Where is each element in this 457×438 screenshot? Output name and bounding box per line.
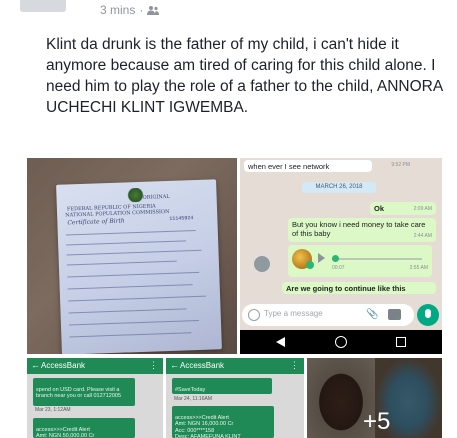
mic-icon [425, 309, 431, 318]
photo-chat-screenshot[interactable]: when ever I see network 9:52 PM MARCH 26… [240, 158, 442, 354]
chat-message-incoming: when ever I see network [244, 160, 372, 172]
play-icon[interactable] [318, 253, 325, 263]
playback-speed-icon[interactable] [254, 256, 270, 272]
photo-faces-more[interactable]: +5 [307, 358, 442, 438]
attach-icon[interactable]: 📎 [366, 309, 378, 320]
cert-line [68, 295, 207, 302]
chat-message-outgoing: But you know i need money to take care o… [288, 218, 436, 242]
chat-message-time-wrap: 9:52 PM [372, 160, 412, 172]
post-timestamp[interactable]: 3 mins [100, 3, 135, 17]
friends-icon[interactable] [147, 5, 160, 15]
message-input[interactable]: Type a message 📎 [242, 304, 414, 326]
cert-line [66, 260, 177, 266]
cert-line [69, 332, 192, 338]
bank-sms-text: #SaveToday [175, 386, 206, 393]
bank-app-bar: ← AccessBank ⋮ [27, 358, 163, 374]
bank-sms-text: spend on USD card. Please visit a branch… [36, 386, 122, 400]
chat-message-outgoing: Are we going to continue like this [282, 282, 436, 294]
mic-icon [306, 261, 314, 269]
home-icon[interactable] [335, 336, 347, 348]
android-nav-bar [240, 330, 442, 354]
photo-birth-certificate[interactable]: ORIGINAL FEDERAL REPUBLIC OF NIGERIA NAT… [27, 158, 237, 354]
voice-note-track[interactable] [332, 258, 422, 260]
bank-sms-text: access>>>Credit Alert Amt: NGN 50,000.00… [36, 426, 95, 438]
recent-apps-icon[interactable] [396, 337, 406, 347]
bank-title: AccessBank [180, 361, 225, 370]
cert-line [68, 319, 199, 326]
photo-bank-sms-1[interactable]: ← AccessBank ⋮ spend on USD card. Please… [27, 358, 163, 438]
voice-note[interactable]: 00:07 2:55 AM [288, 245, 432, 277]
bank-title: AccessBank [41, 361, 86, 370]
chat-message-text: when ever I see network [248, 162, 330, 171]
photo-bank-sms-2[interactable]: ← AccessBank ⋮ #SaveToday Mar 24, 11:16A… [166, 358, 304, 438]
bank-sms-meta: Mar 24, 11:16AM [174, 396, 212, 402]
chat-message-time: 9:52 PM [391, 162, 410, 168]
chat-message-outgoing: Ok 2:09 AM [370, 202, 436, 215]
certificate-paper: ORIGINAL FEDERAL REPUBLIC OF NIGERIA NAT… [56, 179, 222, 354]
certificate-title: Certificate of Birth [67, 217, 125, 227]
bank-sms-message: access>>>Credit Alert Amt: NGN 16,000.00… [172, 406, 274, 438]
more-photos-count[interactable]: +5 [363, 408, 390, 436]
chat-message-text: But you know i need money to take care o… [292, 220, 426, 238]
more-options-icon[interactable]: ⋮ [149, 360, 158, 371]
cert-line [66, 240, 187, 246]
emoji-icon[interactable] [248, 309, 260, 321]
bank-app-bar: ← AccessBank ⋮ [166, 358, 304, 374]
bank-sms-message: #SaveToday [172, 378, 272, 394]
back-arrow-icon[interactable]: ← [31, 360, 40, 370]
post-text: Klint da drunk is the father of my child… [46, 36, 443, 116]
chat-message-text: Are we going to continue like this [286, 284, 406, 293]
chat-message-time: 2:44 AM [413, 233, 432, 239]
chat-message-time: 2:09 AM [413, 206, 432, 212]
chat-message-text: Ok [374, 204, 385, 213]
certificate-serial: 11145924 [169, 215, 194, 222]
post-header: 3 mins · [0, 0, 457, 28]
camera-icon[interactable] [388, 309, 401, 320]
record-voice-button[interactable] [417, 304, 439, 326]
back-arrow-icon[interactable]: ← [170, 360, 179, 370]
bank-sms-text: access>>>Credit Alert Amt: NGN 16,000.00… [175, 414, 241, 438]
cert-line [67, 284, 193, 290]
post-meta: 3 mins · [100, 3, 160, 17]
cert-line [68, 308, 187, 314]
voice-note-duration: 00:07 [332, 265, 345, 271]
message-input-placeholder: Type a message [264, 309, 323, 318]
bank-sms-message: spend on USD card. Please visit a branch… [33, 378, 135, 406]
voice-note-scrubber[interactable] [332, 255, 339, 262]
cert-line [67, 271, 200, 278]
bank-sms-meta: Mar 23, 1:12AM [35, 407, 71, 413]
meta-separator: · [139, 3, 144, 17]
voice-note-time: 2:55 AM [409, 265, 428, 271]
chat-date-pill: MARCH 26, 2018 [302, 182, 376, 193]
more-options-icon[interactable]: ⋮ [290, 360, 299, 371]
bank-sms-message: access>>>Credit Alert Amt: NGN 50,000.00… [33, 418, 135, 438]
cert-line [65, 229, 196, 236]
cert-line [66, 249, 202, 256]
back-icon[interactable] [276, 337, 285, 347]
author-avatar[interactable] [20, 0, 66, 12]
certificate-original-label: ORIGINAL [142, 193, 170, 201]
